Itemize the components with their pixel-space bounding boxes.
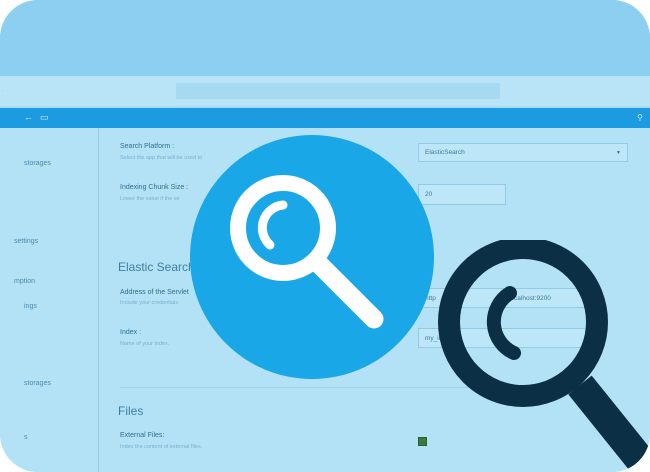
sidebar-item[interactable]: storages bbox=[24, 380, 51, 387]
external-files-checkbox[interactable] bbox=[418, 437, 427, 446]
monitor-icon[interactable]: ▭ bbox=[40, 113, 49, 122]
sidebar-item[interactable]: s bbox=[24, 434, 28, 441]
search-platform-select[interactable]: ElasticSearch ▼ bbox=[418, 143, 628, 162]
magnifier-dark-icon bbox=[438, 240, 650, 472]
address-row-edge: · bbox=[2, 88, 4, 94]
chunk-size-label: Indexing Chunk Size : bbox=[120, 184, 189, 191]
server-address-label: Address of the Servlet bbox=[120, 289, 189, 296]
search-icon[interactable]: ⚲ bbox=[637, 113, 643, 122]
back-arrow-icon[interactable]: ← bbox=[24, 113, 33, 122]
sidebar-item[interactable]: ings bbox=[24, 303, 37, 310]
app-toolbar bbox=[0, 108, 650, 128]
window-title-bar bbox=[0, 0, 650, 76]
index-label: Index : bbox=[120, 329, 142, 336]
chevron-down-icon: ▼ bbox=[616, 149, 621, 156]
external-files-label: External Files: bbox=[120, 432, 165, 439]
search-platform-label: Search Platform : bbox=[120, 143, 175, 150]
app-window: · ← ▭ ⚲ storages settings mption ings st… bbox=[0, 0, 650, 472]
sidebar-item[interactable]: storages bbox=[24, 160, 51, 167]
sidebar-divider bbox=[98, 128, 99, 472]
address-bar[interactable] bbox=[176, 83, 500, 99]
external-files-help: Index the content of external files. bbox=[120, 444, 203, 450]
elastic-search-heading: Elastic Search bbox=[118, 260, 195, 274]
magnifier-white-icon bbox=[230, 175, 384, 329]
sidebar-item[interactable]: settings bbox=[14, 238, 38, 245]
files-heading: Files bbox=[118, 404, 144, 418]
sidebar-item[interactable]: mption bbox=[14, 278, 35, 285]
